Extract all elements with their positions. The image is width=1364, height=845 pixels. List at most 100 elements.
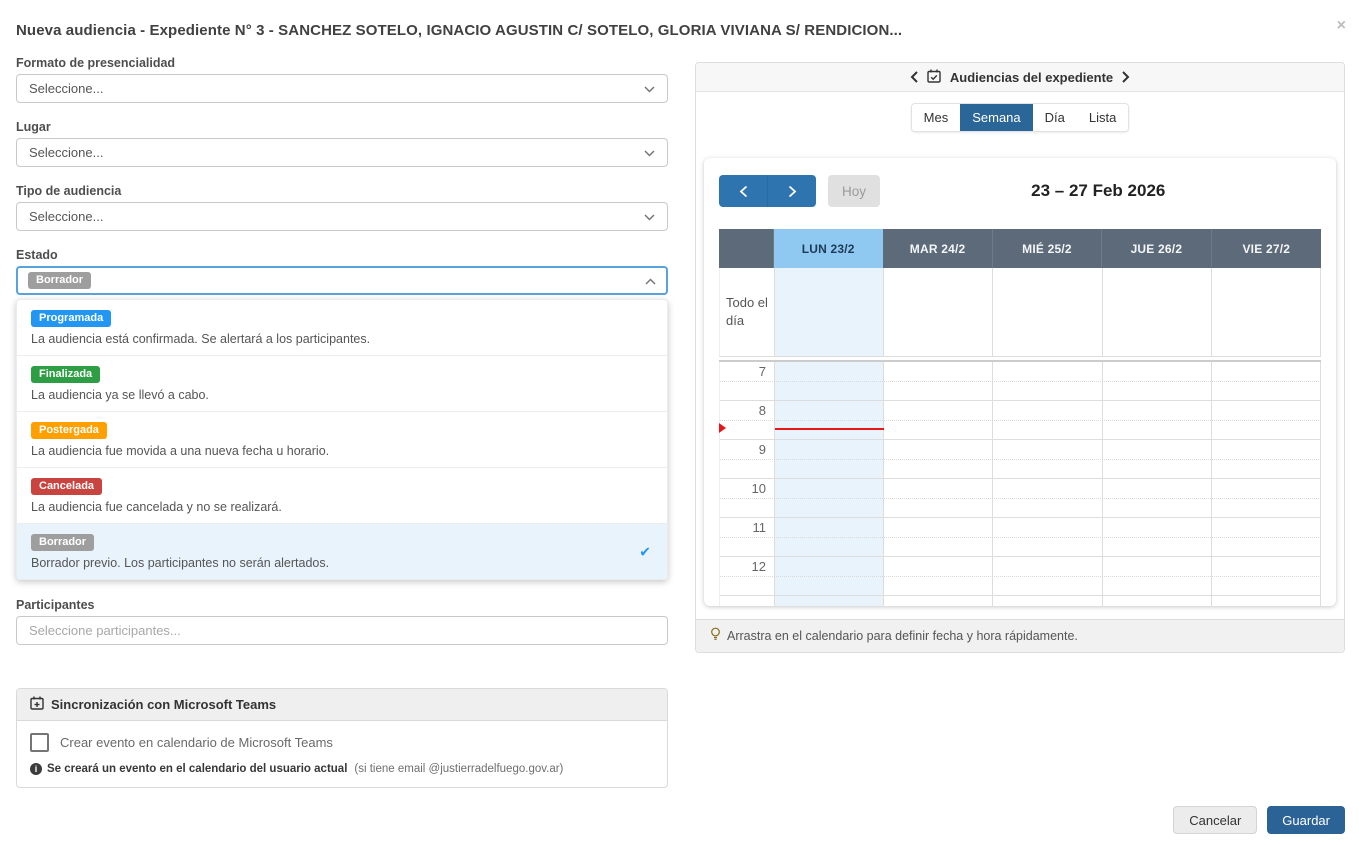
hour-label: 9 (759, 442, 766, 457)
all-day-cell-jue[interactable] (1103, 268, 1212, 356)
time-cell[interactable] (884, 518, 993, 556)
hour-row-8: 8 (720, 401, 1321, 440)
lightbulb-icon (710, 627, 721, 644)
teams-sync-body: Crear evento en calendario de Microsoft … (17, 721, 667, 787)
calendar-hint: Arrastra en el calendario para definir f… (696, 619, 1344, 652)
option-description: La audiencia fue movida a una nueva fech… (31, 444, 653, 458)
day-header-mar: MAR 24/2 (883, 229, 992, 268)
all-day-cell-vie[interactable] (1212, 268, 1321, 356)
time-cell[interactable] (1103, 479, 1212, 517)
tab-lista[interactable]: Lista (1077, 104, 1128, 131)
next-week-button[interactable] (767, 175, 816, 207)
time-cell[interactable] (1212, 362, 1321, 400)
option-description: Borrador previo. Los participantes no se… (31, 556, 653, 570)
time-cell[interactable] (1212, 479, 1321, 517)
hour-axis: 12 (720, 557, 775, 595)
tab-dia[interactable]: Día (1033, 104, 1077, 131)
hour-axis: 10 (720, 479, 775, 517)
field-tipo: Tipo de audiencia Seleccione... (16, 184, 668, 231)
time-cell[interactable] (993, 557, 1102, 595)
field-formato: Formato de presencialidad Seleccione... (16, 56, 668, 103)
audiencias-panel-header: Audiencias del expediente (696, 63, 1344, 92)
time-cell[interactable] (993, 440, 1102, 478)
all-day-cell-lun[interactable] (775, 268, 884, 356)
all-day-row: Todo el día (719, 268, 1321, 357)
estado-select[interactable]: Borrador (16, 266, 668, 295)
time-cell[interactable] (884, 596, 993, 606)
time-cell[interactable] (1212, 596, 1321, 606)
lugar-select[interactable]: Seleccione... (16, 138, 668, 167)
estado-dropdown: Programada La audiencia está confirmada.… (16, 299, 668, 580)
teams-event-checkbox[interactable] (30, 733, 49, 752)
hour-row-12: 12 (720, 557, 1321, 596)
view-switcher-row: Mes Semana Día Lista (696, 103, 1344, 132)
estado-option-borrador[interactable]: Borrador Borrador previo. Los participan… (17, 524, 667, 579)
option-description: La audiencia fue cancelada y no se reali… (31, 500, 653, 514)
time-cell[interactable] (1103, 401, 1212, 439)
panel-chevron-right-icon[interactable] (1122, 71, 1130, 83)
estado-option-programada[interactable]: Programada La audiencia está confirmada.… (17, 300, 667, 356)
status-badge: Programada (31, 310, 111, 327)
lugar-label: Lugar (16, 120, 668, 134)
hour-row-7: 7 (720, 362, 1321, 401)
option-description: La audiencia ya se llevó a cabo. (31, 388, 653, 402)
time-cell[interactable] (775, 440, 884, 478)
time-cell[interactable] (884, 479, 993, 517)
hour-label: 8 (759, 403, 766, 418)
time-cell[interactable] (775, 596, 884, 606)
calendar-check-icon (927, 69, 941, 86)
all-day-cell-mar[interactable] (884, 268, 993, 356)
time-cell[interactable] (1212, 401, 1321, 439)
time-cell[interactable] (775, 479, 884, 517)
today-button[interactable]: Hoy (828, 175, 880, 207)
time-cell[interactable] (993, 518, 1102, 556)
teams-sync-section: Sincronización con Microsoft Teams Crear… (16, 688, 668, 788)
panel-chevron-left-icon[interactable] (910, 71, 918, 83)
time-cell[interactable] (884, 362, 993, 400)
time-cell[interactable] (775, 557, 884, 595)
time-cell[interactable] (1212, 440, 1321, 478)
time-cell[interactable] (993, 362, 1102, 400)
day-header-lun: LUN 23/2 (774, 229, 883, 268)
time-cell[interactable] (1212, 557, 1321, 595)
prev-week-button[interactable] (719, 175, 767, 207)
time-cell[interactable] (1212, 518, 1321, 556)
time-cell[interactable] (884, 401, 993, 439)
time-cell[interactable] (1103, 362, 1212, 400)
check-icon: ✔ (639, 543, 651, 560)
status-badge: Finalizada (31, 366, 100, 383)
time-cell[interactable] (884, 440, 993, 478)
cancel-button[interactable]: Cancelar (1173, 806, 1257, 834)
time-cell[interactable] (1103, 557, 1212, 595)
hour-label: 7 (759, 364, 766, 379)
hour-axis: 9 (720, 440, 775, 478)
time-cell[interactable] (1103, 440, 1212, 478)
time-cell[interactable] (993, 596, 1102, 606)
save-button[interactable]: Guardar (1267, 806, 1345, 834)
estado-option-cancelada[interactable]: Cancelada La audiencia fue cancelada y n… (17, 468, 667, 524)
hour-label: 12 (752, 559, 766, 574)
formato-select-value: Seleccione... (29, 81, 103, 96)
tab-mes[interactable]: Mes (912, 104, 961, 131)
formato-select[interactable]: Seleccione... (16, 74, 668, 103)
time-cell[interactable] (884, 557, 993, 595)
time-cell[interactable] (993, 401, 1102, 439)
all-day-label: Todo el día (720, 268, 775, 356)
time-cell[interactable] (1103, 596, 1212, 606)
tipo-select[interactable]: Seleccione... (16, 202, 668, 231)
tab-semana[interactable]: Semana (960, 104, 1032, 131)
estado-option-finalizada[interactable]: Finalizada La audiencia ya se llevó a ca… (17, 356, 667, 412)
estado-option-postergada[interactable]: Postergada La audiencia fue movida a una… (17, 412, 667, 468)
time-cell[interactable] (775, 401, 884, 439)
time-cell[interactable] (775, 362, 884, 400)
page-title: Nueva audiencia - Expediente N° 3 - SANC… (16, 22, 902, 39)
info-circle-icon: i (30, 763, 42, 775)
time-cell[interactable] (1103, 518, 1212, 556)
formato-label: Formato de presencialidad (16, 56, 668, 70)
all-day-cell-mie[interactable] (993, 268, 1102, 356)
time-cell[interactable] (775, 518, 884, 556)
time-cell[interactable] (993, 479, 1102, 517)
participantes-input[interactable] (16, 616, 668, 645)
hour-label: 11 (753, 520, 767, 535)
close-icon[interactable]: × (1337, 18, 1346, 34)
